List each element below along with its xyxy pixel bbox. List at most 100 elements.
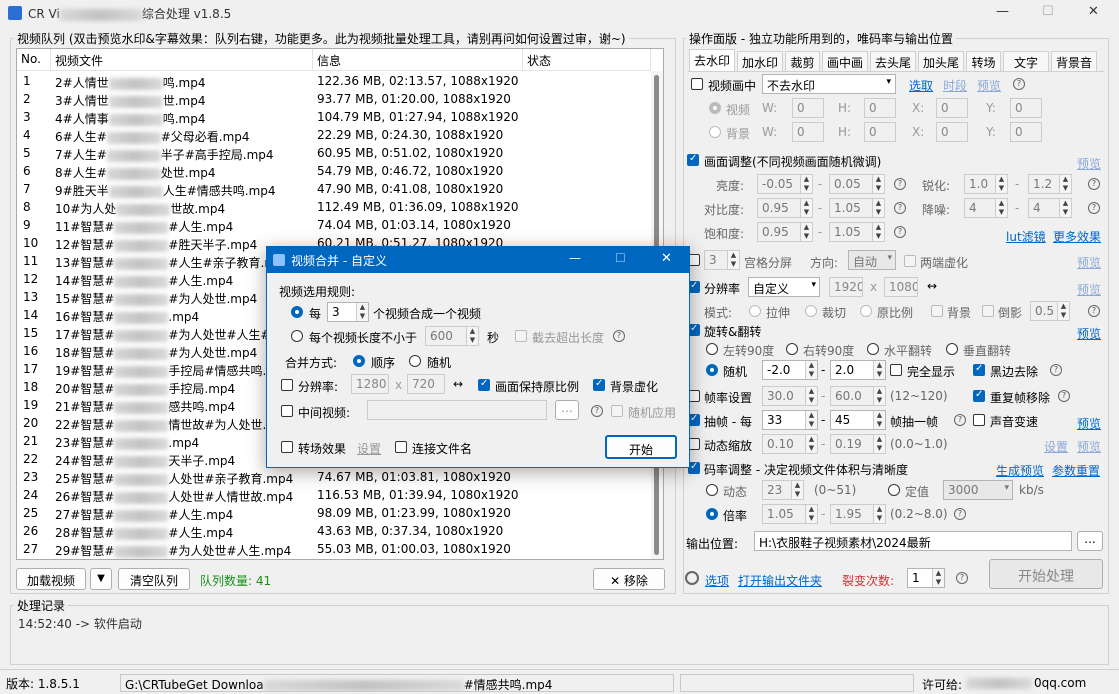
split-count[interactable]: 1 ▲ ▼	[907, 568, 945, 588]
help-icon[interactable]: ?	[1058, 390, 1070, 402]
tab-4[interactable]: 去头尾	[870, 51, 916, 71]
fps-max[interactable]: 60.0 ▲ ▼	[830, 386, 886, 406]
help-icon[interactable]: ?	[956, 572, 968, 584]
transition-settings-link[interactable]: 设置	[357, 440, 381, 457]
multiple-radio[interactable]	[706, 508, 718, 520]
table-row[interactable]: 4 6#人生# #父母必看.mp4 22.29 MB, 0:24.30, 1088x1…	[17, 127, 527, 145]
col-file[interactable]: 视频文件	[51, 49, 313, 71]
mode-stretch-radio[interactable]	[749, 305, 761, 317]
table-row[interactable]: 24 26#智慧# 人处世#人情世故.mp4 116.53 MB, 01:39.94,…	[17, 487, 527, 505]
help-icon[interactable]: ?	[954, 414, 966, 426]
every-count[interactable]: 3 ▲ ▼	[327, 302, 369, 322]
dialog-swap-icon[interactable]: ↔	[453, 377, 463, 391]
dialog-start-button[interactable]: 开始	[605, 435, 677, 459]
pip-checkbox[interactable]	[691, 78, 703, 90]
lut-filter-link[interactable]: lut滤镜	[1006, 228, 1046, 245]
bg-blur-checkbox[interactable]	[593, 378, 605, 391]
keep-ratio-checkbox[interactable]	[478, 378, 490, 391]
pip-bg-radio[interactable]	[709, 126, 721, 138]
output-path-field[interactable]: H:\衣服鞋子视频素材\2024最新	[754, 531, 1072, 551]
start-processing-button[interactable]: 开始处理	[989, 559, 1103, 589]
pip-select[interactable]: 不去水印 ▾	[762, 74, 896, 94]
brightness-min[interactable]: -0.05 ▲ ▼	[757, 174, 813, 194]
dedup-checkbox[interactable]	[973, 389, 985, 402]
pip-period-link[interactable]: 时段	[943, 77, 967, 94]
reflection-checkbox[interactable]	[982, 305, 994, 317]
hflip-radio[interactable]	[867, 343, 879, 355]
help-icon[interactable]: ?	[894, 202, 906, 214]
dialog-maximize[interactable]: ☐	[615, 251, 626, 265]
param-reset-link[interactable]: 参数重置	[1052, 462, 1100, 479]
contrast-min[interactable]: 0.95 ▲ ▼	[757, 198, 813, 218]
zoom-max[interactable]: 0.19 ▲ ▼	[830, 434, 886, 454]
tab-0[interactable]: 去水印	[689, 49, 735, 71]
rotate-max[interactable]: 2.0 ▲ ▼	[830, 360, 886, 380]
help-icon[interactable]: ?	[1050, 364, 1062, 376]
bitrate-mult-min[interactable]: 1.05 ▲ ▼	[762, 504, 818, 524]
more-effects-link[interactable]: 更多效果	[1053, 228, 1101, 245]
table-row[interactable]: 8 10#为人处 世故.mp4 112.49 MB, 01:36.09, 1088x1…	[17, 199, 527, 217]
rand-apply-checkbox[interactable]	[611, 405, 623, 417]
dialog-minimize[interactable]: —	[569, 251, 581, 265]
reflection-value[interactable]: 0.5 ▲ ▼	[1030, 301, 1070, 321]
add-video-button[interactable]: 加载视频	[16, 568, 86, 590]
pip-bg-h-field[interactable]: 0	[864, 122, 896, 142]
dialog-res-height[interactable]: 720	[407, 374, 445, 394]
output-browse-button[interactable]: ...	[1077, 531, 1103, 551]
table-row[interactable]: 7 9#胜天半 人生#情感共鸣.mp4 47.90 MB, 0:41.08, 1080…	[17, 181, 527, 199]
extract-max[interactable]: 45 ▲ ▼	[830, 410, 886, 430]
rotate-random-radio[interactable]	[706, 364, 718, 376]
pip-video-w-field[interactable]: 0	[792, 98, 824, 118]
help-icon[interactable]: ?	[1088, 178, 1100, 190]
pip-video-radio[interactable]	[709, 102, 721, 114]
pip-bg-y-field[interactable]: 0	[1010, 122, 1042, 142]
pip-pick-link[interactable]: 选取	[909, 77, 933, 94]
bg-checkbox[interactable]	[931, 305, 943, 317]
sharpen-min[interactable]: 1.0 ▲ ▼	[964, 174, 1008, 194]
pip-bg-x-field[interactable]: 0	[936, 122, 968, 142]
col-status[interactable]: 状态	[523, 49, 651, 71]
res-preview-link[interactable]: 预览	[1077, 281, 1101, 298]
sound-speed-checkbox[interactable]	[973, 414, 985, 426]
table-row[interactable]: 5 7#人生# 半子#高手控局.mp4 60.95 MB, 0:51.02, 1080…	[17, 145, 527, 163]
help-icon[interactable]: ?	[894, 178, 906, 190]
sharpen-max[interactable]: 1.2 ▲ ▼	[1028, 174, 1072, 194]
every-radio[interactable]	[291, 306, 303, 318]
mode-crop-radio[interactable]	[805, 305, 817, 317]
cut-checkbox[interactable]	[515, 330, 527, 342]
mid-video-browse[interactable]: ...	[555, 400, 579, 420]
table-row[interactable]: 6 8#人生# 处世.mp4 54.79 MB, 0:46.72, 1080x1920	[17, 163, 527, 181]
mid-video-checkbox[interactable]	[281, 405, 293, 417]
pip-video-y-field[interactable]: 0	[1010, 98, 1042, 118]
adjust-checkbox[interactable]	[687, 153, 699, 166]
swap-icon[interactable]: ↔	[927, 279, 937, 293]
adjust-preview-link[interactable]: 预览	[1077, 155, 1101, 172]
mid-video-field[interactable]	[367, 400, 547, 420]
fps-min[interactable]: 30.0 ▲ ▼	[762, 386, 818, 406]
clear-queue-button[interactable]: 清空队列	[118, 568, 190, 590]
help-icon[interactable]: ?	[1088, 305, 1100, 317]
zoom-min[interactable]: 0.10 ▲ ▼	[762, 434, 818, 454]
options-link[interactable]: 选项	[705, 572, 729, 589]
fixed-radio[interactable]	[888, 484, 900, 496]
rotate-preview-link[interactable]: 预览	[1077, 325, 1101, 342]
tab-2[interactable]: 裁剪	[785, 51, 820, 71]
brightness-max[interactable]: 0.05 ▲ ▼	[829, 174, 885, 194]
table-row[interactable]: 25 27#智慧# #人生.mp4 98.09 MB, 01:23.99, 1080x…	[17, 505, 527, 523]
crf-value[interactable]: 23 ▲ ▼	[762, 480, 804, 500]
table-row[interactable]: 1 2#人情世 鸣.mp4 122.36 MB, 02:13.57, 1088x192…	[17, 73, 527, 91]
extract-preview-link[interactable]: 预览	[1077, 415, 1101, 432]
help-icon[interactable]: ?	[954, 508, 966, 520]
each-length-radio[interactable]	[291, 330, 303, 342]
connect-name-checkbox[interactable]	[395, 441, 407, 453]
both-blur-checkbox[interactable]	[904, 255, 916, 267]
dialog-res-checkbox[interactable]	[281, 379, 293, 391]
tab-5[interactable]: 加头尾	[918, 51, 964, 71]
seq-radio[interactable]	[353, 355, 365, 367]
dynamic-radio[interactable]	[706, 484, 718, 496]
table-row[interactable]: 23 25#智慧# 人处世#亲子教育.mp4 74.67 MB, 01:03.81, …	[17, 469, 527, 487]
grid-direction-select[interactable]: 自动 ▾	[848, 250, 896, 270]
pip-video-h-field[interactable]: 0	[864, 98, 896, 118]
open-output-folder-link[interactable]: 打开输出文件夹	[738, 572, 822, 589]
table-row[interactable]: 2 3#人情世 世.mp4 93.77 MB, 01:20.00, 1088x1920	[17, 91, 527, 109]
